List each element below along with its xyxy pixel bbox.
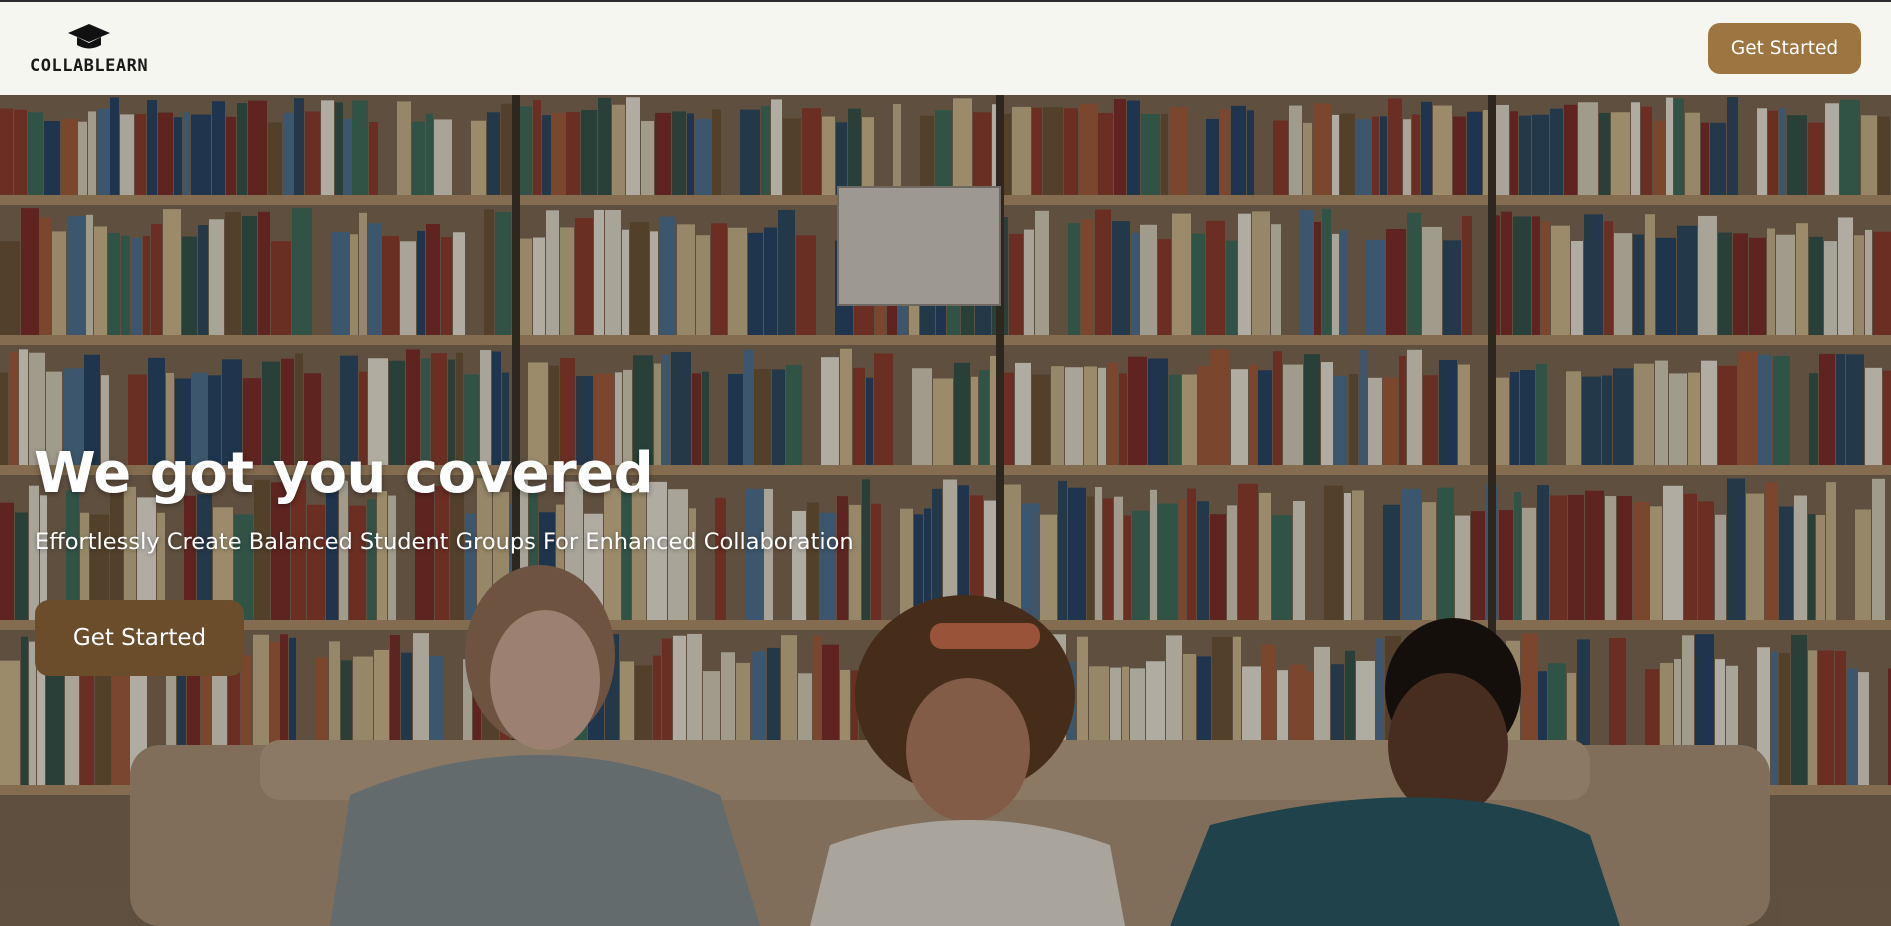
graduation-cap-icon <box>68 23 111 48</box>
hero-dark-overlay <box>0 95 1891 926</box>
navbar: COLLABLEARN Get Started <box>0 2 1891 95</box>
hero-subtitle: Effortlessly Create Balanced Student Gro… <box>35 529 854 555</box>
get-started-nav-button[interactable]: Get Started <box>1708 23 1861 74</box>
logo[interactable]: COLLABLEARN <box>30 22 148 76</box>
get-started-hero-button[interactable]: Get Started <box>35 600 244 676</box>
logo-text: COLLABLEARN <box>30 55 149 76</box>
hero-section: We got you covered Effortlessly Create B… <box>0 95 1891 926</box>
hero-title: We got you covered <box>34 441 654 506</box>
